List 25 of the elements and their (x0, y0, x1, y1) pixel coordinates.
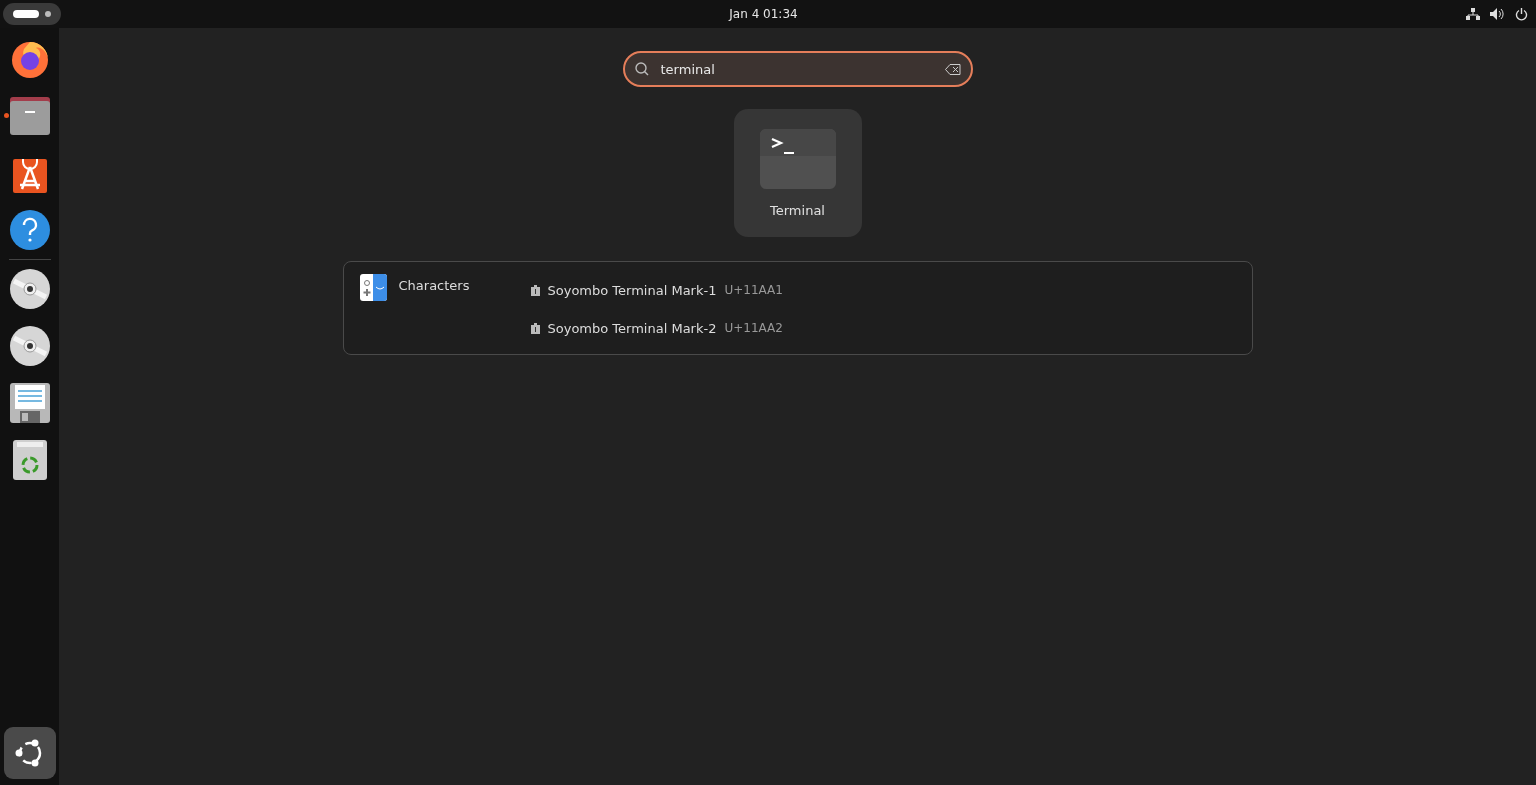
browser-icon (9, 39, 50, 79)
clear-icon[interactable] (944, 63, 961, 75)
character-result[interactable]: Soyombo Terminal Mark-1 U+11AA1 (524, 274, 789, 306)
power-icon (1515, 7, 1528, 21)
help-icon (9, 210, 50, 250)
characters-app-icon (359, 274, 387, 301)
trash-icon (12, 440, 47, 480)
search-input[interactable]: terminal (658, 60, 935, 78)
glyph-icon (530, 322, 540, 334)
app-label: Terminal (770, 202, 825, 218)
character-result[interactable]: Soyombo Terminal Mark-2 U+11AA2 (524, 312, 789, 344)
workspace-indicator[interactable] (3, 3, 61, 25)
search-icon (634, 62, 649, 76)
speaker-icon (1490, 8, 1505, 20)
clock[interactable]: Jan 4 01:34 (729, 7, 798, 21)
disc-icon (9, 269, 50, 309)
app-tile[interactable]: Terminal (733, 109, 862, 237)
terminal-icon (759, 128, 836, 189)
show-apps-button[interactable] (3, 727, 56, 779)
disc-icon (9, 326, 50, 366)
provider-name: Characters (398, 278, 470, 293)
network-icon (1466, 8, 1480, 20)
glyph-icon (530, 284, 540, 296)
folder-icon (9, 97, 50, 135)
search-bar[interactable]: terminal (622, 51, 973, 87)
